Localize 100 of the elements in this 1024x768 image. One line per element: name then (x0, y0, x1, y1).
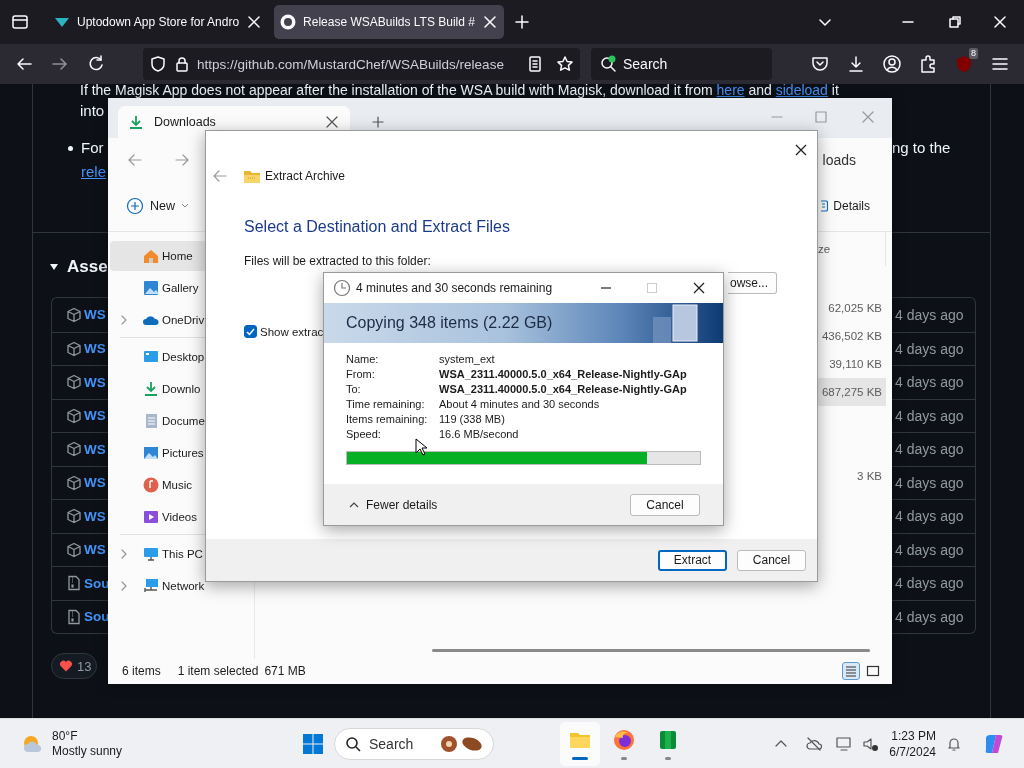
dialog-button[interactable]: Extract (658, 549, 727, 571)
details-button[interactable]: Details (820, 195, 870, 217)
asset-link[interactable]: WS (84, 542, 106, 558)
search-field[interactable]: Search (334, 727, 494, 760)
checkbox[interactable] (244, 325, 257, 338)
date-text: 4 days ago (895, 306, 964, 323)
text-link[interactable]: here (716, 82, 745, 98)
cube-icon (66, 474, 82, 491)
cube-icon (66, 508, 82, 525)
checkbox-label: Show extrac (260, 325, 324, 338)
date-text: 4 days ago (895, 608, 964, 625)
monitor-icon[interactable] (835, 734, 854, 753)
asset-link[interactable]: WS (84, 341, 106, 357)
detail-value: 119 (338 MB) (439, 412, 506, 427)
detail-label: To: (346, 382, 362, 397)
new-button[interactable]: New (120, 193, 195, 219)
cube-icon (66, 407, 82, 424)
browse-button[interactable]: owse... (728, 272, 777, 294)
asset-link[interactable]: WS (84, 374, 106, 390)
clock-time: 1:23 PM (891, 727, 936, 744)
paragraph-text: For (81, 138, 104, 158)
shield-icon (149, 55, 167, 73)
heart-icon (59, 659, 73, 673)
scrollbar[interactable] (432, 649, 870, 652)
asset-link[interactable]: WS (84, 408, 106, 424)
download-icon[interactable] (846, 54, 866, 74)
account-icon[interactable] (882, 54, 902, 74)
reaction-button[interactable]: 13 (51, 653, 97, 679)
asset-link[interactable]: WS (84, 508, 106, 524)
dialog-button[interactable]: Cancel (737, 549, 806, 571)
restore-icon[interactable] (947, 14, 963, 30)
table-cell: 436,502 KB (821, 330, 882, 342)
caret-down-icon[interactable] (49, 262, 59, 272)
video-icon (142, 508, 160, 526)
date-text: 4 days ago (895, 407, 964, 424)
date-text: 4 days ago (895, 441, 964, 458)
cube-icon (66, 541, 82, 558)
asset-link[interactable]: WS (84, 307, 106, 323)
table-cell: 39,110 KB (829, 358, 882, 370)
cube-icon (66, 441, 82, 458)
detail-value: 16.6 MB/second (439, 427, 520, 442)
bell-icon[interactable] (946, 735, 962, 752)
tab-list-icon[interactable] (10, 12, 30, 32)
dialog-heading: Select a Destination and Extract Files (244, 217, 511, 237)
date-text: 4 days ago (895, 374, 964, 391)
close-icon[interactable] (324, 114, 340, 130)
asset-link[interactable]: WS (84, 441, 106, 457)
cursor-icon (415, 438, 427, 456)
detail-label: Time remaining: (346, 397, 426, 412)
text-link[interactable]: rele (81, 163, 106, 180)
asset-link[interactable]: WS (84, 475, 106, 491)
text-link[interactable]: sideload (775, 82, 828, 98)
cube-icon (66, 306, 82, 323)
zip-file-icon (66, 575, 82, 592)
image-icon (142, 279, 160, 297)
music-icon (142, 476, 160, 494)
column-header[interactable]: ze (818, 243, 831, 255)
food-drawing (439, 734, 483, 753)
badge: 8 (969, 48, 978, 59)
details-view-icon (843, 663, 859, 679)
clock-icon (333, 279, 351, 297)
image-icon (142, 444, 160, 462)
cancel-button[interactable]: Cancel (630, 493, 700, 516)
details-toggle[interactable]: Fewer details (349, 497, 438, 512)
table-cell: 687,275 KB (821, 386, 882, 398)
close-icon[interactable] (992, 14, 1008, 30)
close-icon[interactable] (481, 14, 498, 30)
paragraph-text: into (80, 102, 105, 119)
fox-globe-icon (612, 727, 636, 752)
download-icon (128, 114, 144, 130)
search-icon (599, 55, 617, 73)
date-text: 4 days ago (895, 474, 964, 491)
reader-view-icon[interactable] (526, 55, 544, 73)
caret-up-icon (349, 500, 359, 509)
browser-tab[interactable]: Release WSABuilds LTS Build # (274, 5, 504, 39)
selected-row[interactable]: 687,275 KB (818, 378, 886, 406)
puzzle-icon[interactable] (918, 54, 938, 74)
section-heading: Asse (67, 257, 108, 277)
star-icon[interactable] (556, 55, 574, 73)
check-icon (245, 326, 256, 337)
close-icon[interactable] (691, 280, 707, 296)
detail-label: Speed: (346, 427, 382, 442)
download-icon (142, 380, 160, 398)
close-icon[interactable] (246, 14, 263, 30)
zip-folder-icon (243, 168, 261, 184)
table-cell: 3 KB (857, 470, 882, 482)
taskbar-app[interactable] (560, 721, 600, 766)
detail-value: system_ext (439, 352, 496, 367)
pocket-icon[interactable] (810, 54, 830, 74)
address-field[interactable]: https://github.com/MustardChef/WSABuilds/release (143, 48, 580, 80)
browser-tab[interactable]: Uptodown App Store for Andro (48, 5, 269, 39)
cube-icon (66, 340, 82, 357)
breadcrumb-item[interactable]: loads (822, 151, 856, 168)
sidebar-item[interactable]: Network (110, 571, 252, 601)
windows-logo-icon[interactable] (302, 732, 324, 755)
detail-value: About 4 minutes and 30 seconds (439, 397, 601, 412)
plus-circle-icon (126, 197, 144, 215)
house-icon (142, 247, 160, 265)
maximize-icon (645, 281, 659, 295)
search-field[interactable]: Search (591, 48, 772, 80)
